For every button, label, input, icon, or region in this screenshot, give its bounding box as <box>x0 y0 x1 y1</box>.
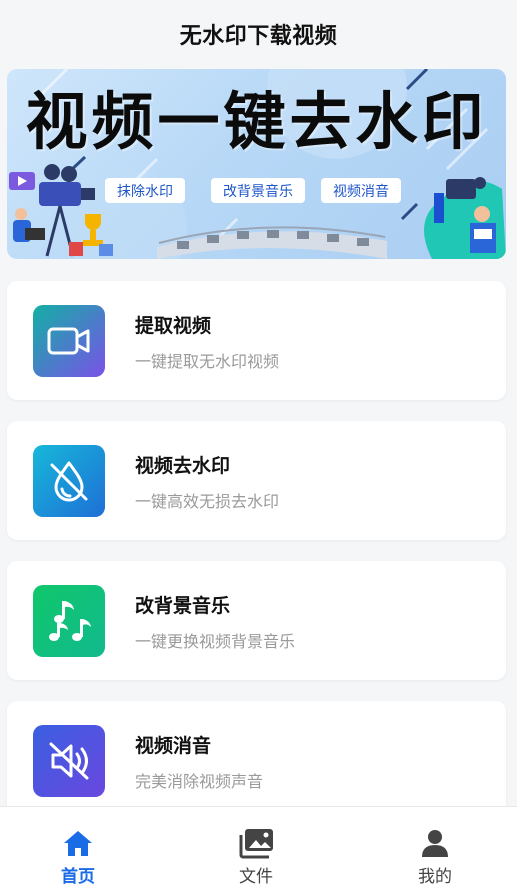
banner-tag-remove-watermark: 抹除水印 <box>105 178 185 203</box>
person-icon <box>420 827 450 859</box>
feature-description: 一键提取无水印视频 <box>135 352 280 371</box>
promo-banner[interactable]: 视频一键去水印 抹除水印 改背景音乐 视频消音 <box>7 69 506 259</box>
music-notes-icon <box>33 585 105 657</box>
film-strip-icon <box>157 226 387 259</box>
tab-home[interactable]: 首页 <box>18 807 138 893</box>
bottom-tab-bar: 首页 文件 我的 <box>0 806 517 893</box>
video-camera-icon <box>33 305 105 377</box>
app-header: 无水印下载视频 <box>0 0 517 68</box>
tab-label: 我的 <box>418 867 452 887</box>
tab-mine[interactable]: 我的 <box>375 807 495 893</box>
feature-title: 视频消音 <box>135 735 212 757</box>
feature-title: 提取视频 <box>135 315 212 337</box>
feature-card-extract-video[interactable]: 提取视频 一键提取无水印视频 <box>7 281 506 400</box>
feature-title: 视频去水印 <box>135 455 231 477</box>
feature-card-remove-watermark[interactable]: 视频去水印 一键高效无损去水印 <box>7 421 506 540</box>
feature-card-change-music[interactable]: 改背景音乐 一键更换视频背景音乐 <box>7 561 506 680</box>
tab-label: 首页 <box>61 867 95 887</box>
banner-tag-change-music: 改背景音乐 <box>211 178 305 203</box>
tab-label: 文件 <box>239 867 273 887</box>
feature-description: 一键更换视频背景音乐 <box>135 632 296 651</box>
feature-description: 一键高效无损去水印 <box>135 492 280 511</box>
page-title: 无水印下载视频 <box>179 24 338 49</box>
filmmaker-illustration <box>424 177 506 259</box>
feature-description: 完美消除视频声音 <box>135 772 264 791</box>
banner-tag-mute-video: 视频消音 <box>321 178 401 203</box>
home-icon <box>62 827 94 859</box>
speaker-mute-icon <box>33 725 105 797</box>
feature-card-mute-video[interactable]: 视频消音 完美消除视频声音 <box>7 701 506 820</box>
watermark-off-icon <box>33 445 105 517</box>
movie-camera-illustration <box>9 164 113 257</box>
feature-title: 改背景音乐 <box>135 595 231 617</box>
tab-files[interactable]: 文件 <box>196 807 316 893</box>
banner-title: 视频一键去水印 <box>25 85 488 158</box>
photo-library-icon <box>237 827 275 859</box>
